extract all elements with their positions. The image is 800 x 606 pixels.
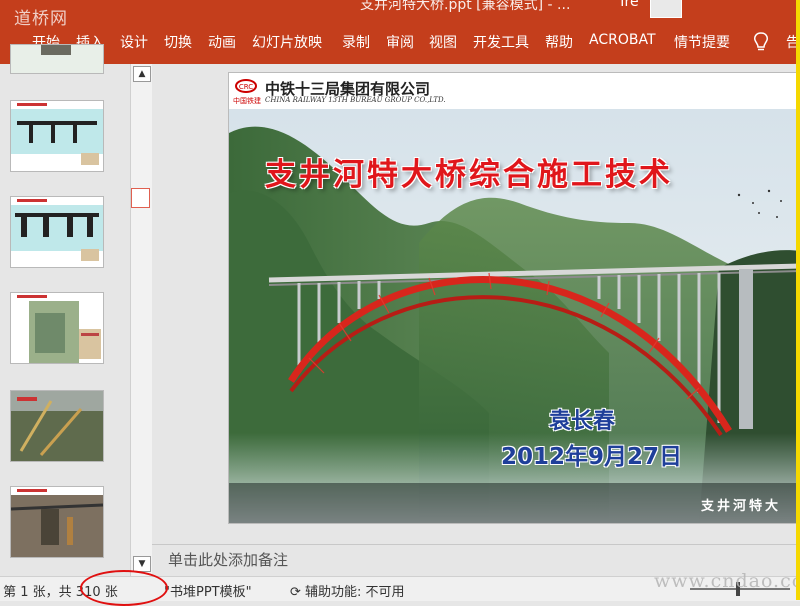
ribbon-bar: 道桥网 支井河特大桥.ppt [兼容模式] - ... Tre 开始 插入 设计… [0,0,800,64]
accessibility-status[interactable]: ⟳ 辅助功能: 不可用 [290,581,405,600]
slide-thumb-1[interactable] [10,44,104,74]
slide-title[interactable]: 支井河特大桥综合施工技术 [265,149,673,194]
slide-thumbnail-panel [0,44,130,576]
screen-edge-border [796,0,800,600]
site-watermark: www.cndao.com [654,570,800,592]
lightbulb-icon[interactable] [752,31,770,53]
slide-header: CRC 中国铁建 中铁十三局集团有限公司 CHINA RAILWAY 13TH … [229,73,800,109]
avatar[interactable] [650,0,682,18]
tab-record[interactable]: 录制 [342,32,370,52]
window-title: 支井河特大桥.ppt [兼容模式] - ... [360,0,571,13]
slide-footer-text: 支井河特大 [701,499,782,514]
tab-review[interactable]: 审阅 [386,32,414,52]
current-slide[interactable]: CRC 中国铁建 中铁十三局集团有限公司 CHINA RAILWAY 13TH … [228,72,800,524]
tab-help[interactable]: 帮助 [545,32,573,52]
tab-storyboard[interactable]: 情节提要 [674,32,730,52]
accessibility-label: 辅助功能: 不可用 [305,585,405,600]
accessibility-icon: ⟳ [290,585,301,600]
company-name-en: CHINA RAILWAY 13TH BUREAU GROUP CO.,LTD. [265,96,446,104]
company-logo-icon: CRC [235,79,257,93]
thumbnail-scrollbar[interactable]: ▲ ▼ [130,64,153,576]
title-bar: 道桥网 支井河特大桥.ppt [兼容模式] - ... Tre [0,0,800,29]
slide-thumb-6[interactable] [10,486,104,558]
slide-thumb-3[interactable] [10,196,104,268]
slide-date[interactable]: 2012年9月27日 [501,437,682,471]
scroll-up-icon[interactable]: ▲ [133,66,151,82]
theme-name: "书堆PPT模板" [164,585,252,600]
slide-thumb-4[interactable] [10,292,104,364]
svg-text:CRC: CRC [239,83,253,91]
ribbon-tabs: 开始 插入 设计 切换 动画 幻灯片放映 录制 审阅 视图 开发工具 帮助 AC… [0,26,800,58]
notes-placeholder[interactable]: 单击此处添加备注 [168,549,288,570]
scroll-down-icon[interactable]: ▼ [133,556,151,572]
thumbnail-scroll-thumb[interactable] [131,188,150,208]
tab-transitions[interactable]: 切换 [164,32,192,52]
tab-acrobat[interactable]: ACROBAT [589,32,656,48]
slide-author[interactable]: 袁长春 [549,403,615,435]
tab-animations[interactable]: 动画 [208,32,236,52]
tab-developer[interactable]: 开发工具 [473,32,529,52]
logo-caption: 中国铁建 [233,97,261,105]
tab-view[interactable]: 视图 [429,32,457,52]
red-highlight-circle [80,570,168,606]
tab-slideshow[interactable]: 幻灯片放映 [252,32,322,52]
user-name[interactable]: Tre [618,0,639,10]
tab-design[interactable]: 设计 [120,32,148,52]
slide-thumb-5[interactable] [10,390,104,462]
slide-thumb-2[interactable] [10,100,104,172]
